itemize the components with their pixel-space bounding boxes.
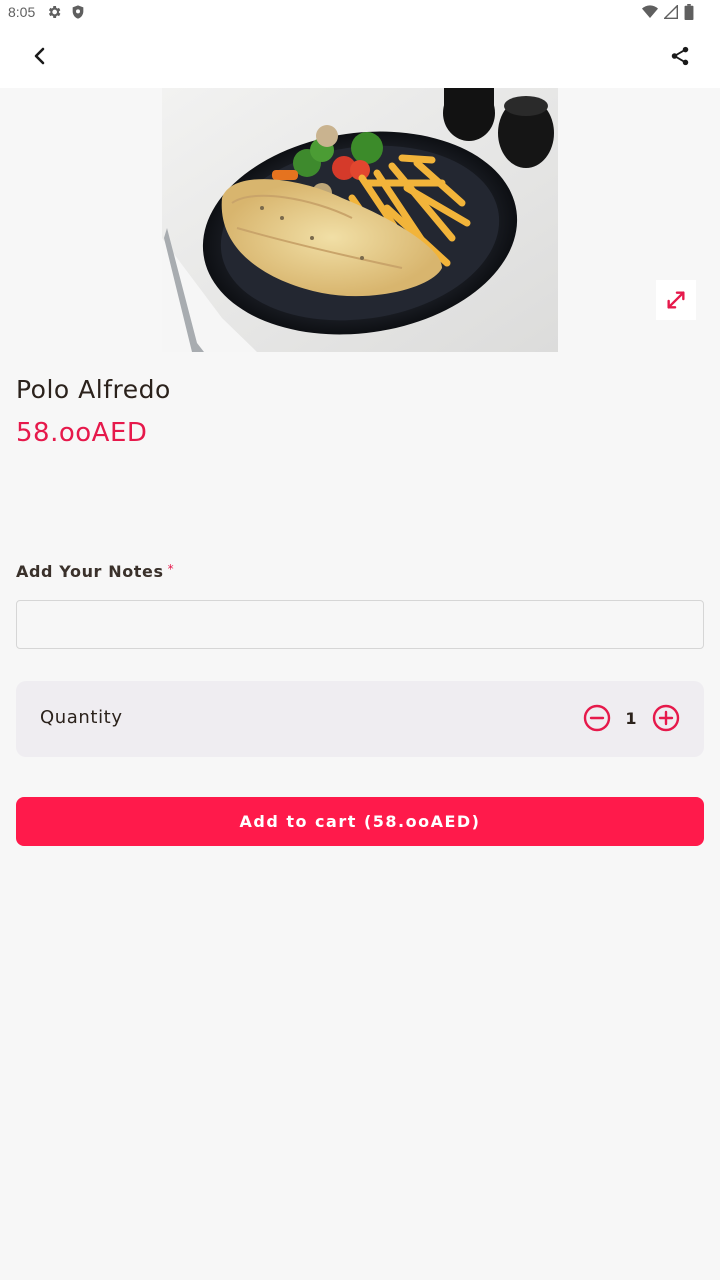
quantity-value: 1 [625, 709, 637, 728]
notes-input[interactable] [16, 600, 704, 649]
product-photo-illustration [162, 88, 558, 352]
notes-label-text: Add Your Notes [16, 562, 164, 581]
status-time: 8:05 [8, 4, 36, 20]
shield-icon [72, 5, 84, 19]
battery-icon [684, 4, 694, 20]
expand-image-button[interactable] [656, 280, 696, 320]
quantity-card: Quantity 1 [16, 681, 704, 757]
share-button[interactable] [660, 36, 700, 76]
status-right-icons [642, 4, 694, 20]
quantity-label: Quantity [40, 707, 123, 728]
product-price: 58.ooAED [16, 418, 148, 448]
expand-icon [667, 291, 685, 309]
quantity-increase-button[interactable] [651, 703, 681, 733]
add-to-cart-button[interactable]: Add to cart (58.ooAED) [16, 797, 704, 846]
product-image [162, 88, 558, 352]
back-button[interactable] [20, 36, 60, 76]
quantity-decrease-button[interactable] [582, 703, 612, 733]
status-bar: 8:05 [0, 0, 720, 24]
notes-label: Add Your Notes * [16, 562, 174, 581]
share-icon [671, 46, 689, 66]
settings-gear-icon [48, 6, 61, 18]
cell-signal-icon [664, 5, 678, 19]
minus-circle-icon [583, 704, 611, 732]
wifi-icon [642, 5, 658, 18]
product-name: Polo Alfredo [16, 375, 171, 404]
plus-circle-icon [652, 704, 680, 732]
status-left-icons [46, 4, 86, 20]
required-marker: * [167, 562, 175, 576]
chevron-left-icon [34, 47, 45, 65]
app-bar [0, 24, 720, 88]
